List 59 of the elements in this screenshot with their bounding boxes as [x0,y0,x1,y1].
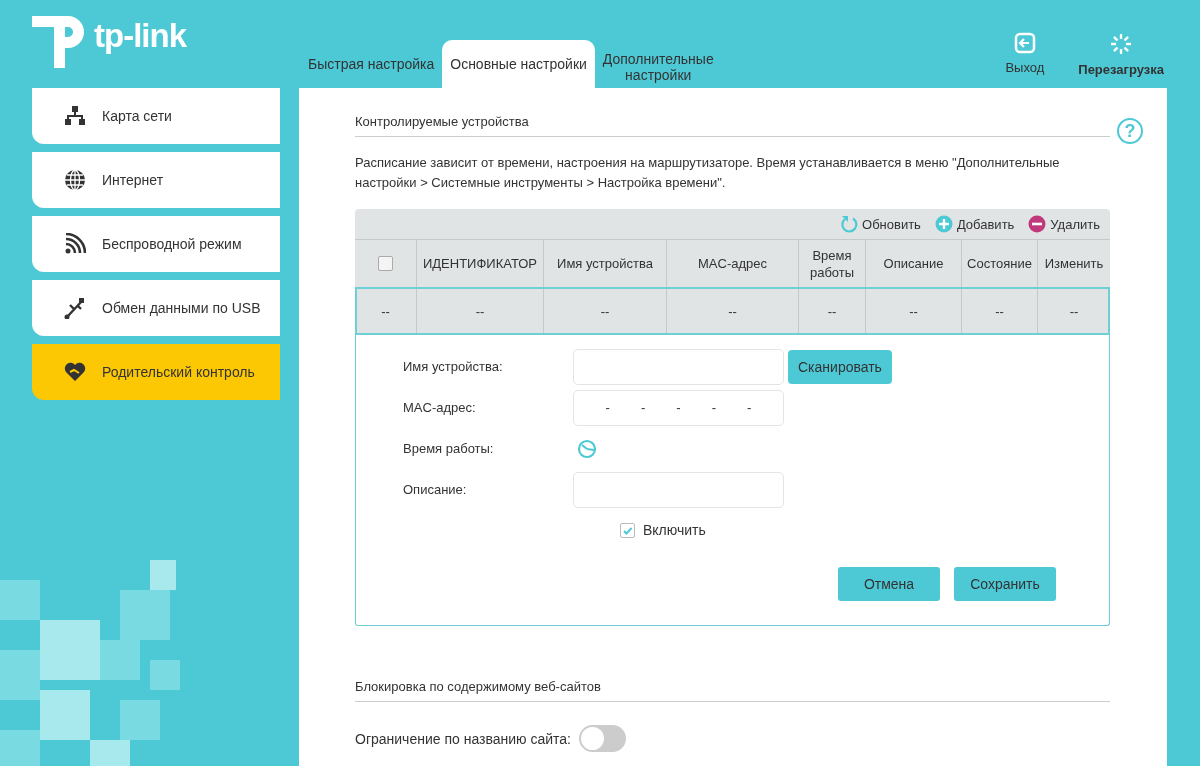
table-cell: -- [666,287,798,335]
reboot-button[interactable]: Перезагрузка [1078,32,1164,77]
field-label: Описание: [402,482,468,497]
column-header: Состояние [961,239,1037,287]
add-button[interactable]: Добавить [934,215,1015,233]
exit-icon [1013,32,1036,54]
plus-icon [934,215,953,233]
cancel-button[interactable]: Отмена [838,567,940,601]
text-field[interactable] [573,348,784,385]
sidebar-item[interactable]: Интернет [32,152,280,208]
section-title: Контролируемые устройства [355,114,1110,137]
sidebar-item[interactable]: Беспроводной режим [32,216,280,272]
network-icon [64,105,86,127]
minus-icon [1028,215,1047,233]
toggle-label: Ограничение по названию сайта: [355,730,571,747]
sidebar-item[interactable]: Обмен данными по USB [32,280,280,336]
column-header: Время работы [798,239,865,287]
checkbox[interactable] [378,256,393,271]
table-cell: -- [355,287,416,335]
usb-icon [64,297,86,319]
text-field[interactable] [573,471,784,508]
section-title: Блокировка по содержимому веб-сайтов [355,679,1110,702]
logout-button[interactable]: Выход [1005,32,1045,77]
refresh-icon [840,215,859,233]
field-label: MAC-адрес: [402,400,477,415]
table-cell: -- [961,287,1037,335]
nav-tab[interactable]: Быстрая настройка [300,40,443,88]
scan-button[interactable]: Сканировать [788,349,892,384]
logo-text: tp-link [94,17,186,55]
spinner-icon [1109,32,1134,56]
save-button[interactable]: Сохранить [954,567,1056,601]
note-text: Расписание зависит от времени, настроения на маршрутизаторе. Время устанавливается в меню "Дополнительные настройки > Системные инструменты > Настройка времени". [355,154,1061,192]
nav-tab[interactable]: Дополнительные настройки [594,40,715,88]
table-cell: -- [798,287,865,335]
clock-icon[interactable] [577,438,597,459]
delete-button[interactable]: Удалить [1028,215,1100,233]
table-cell: -- [865,287,961,335]
sidebar-item[interactable]: Карта сети [32,88,280,144]
column-header: Имя устройства [543,239,666,287]
checkbox-label: Включить [643,522,706,538]
sidebar-item[interactable]: Родительский контроль [32,344,280,400]
table-cell: -- [1037,287,1110,335]
table-cell: -- [543,287,666,335]
checkbox[interactable] [620,522,635,538]
mac-address-field[interactable]: - - - - - [573,389,784,426]
nav-tab[interactable]: Основные настройки [442,40,595,88]
column-header: Описание [865,239,961,287]
column-header: ИДЕНТИФИКАТОР [416,239,543,287]
table-row[interactable]: -- -- -- -- -- -- -- -- [355,287,1110,335]
globe-icon [64,169,86,191]
field-label: Имя устройства: [402,359,504,374]
toggle-switch[interactable] [579,725,626,752]
table-cell: -- [416,287,543,335]
heart-icon [64,361,86,383]
column-header: Изменить [1037,239,1110,287]
refresh-button[interactable]: Обновить [840,215,921,233]
field-label: Время работы: [402,441,495,456]
column-header: MAC-адрес [666,239,798,287]
wifi-icon [64,233,86,255]
